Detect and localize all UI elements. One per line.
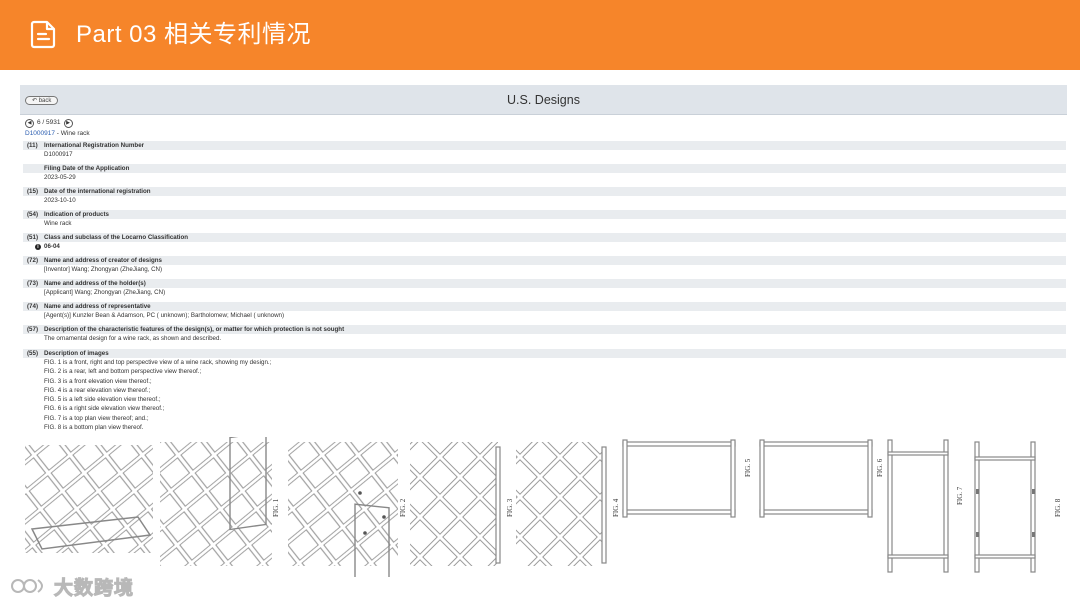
section-label: Name and address of representative [44, 303, 151, 310]
top-banner: Part 03 相关专利情况 [0, 0, 1080, 70]
pager: ◀ 6 / 5931 ▶ [25, 118, 73, 128]
section-label: Date of the international registration [44, 188, 151, 195]
section-international-registration-number: (11) International Registration Number D1… [23, 141, 1066, 159]
section-label: Class and subclass of the Locarno Classi… [44, 234, 189, 241]
section-code: (11) [27, 142, 38, 149]
figure-4-label: FIG. 4 [612, 498, 620, 517]
section-label: International Registration Number [44, 142, 145, 149]
section-value: 06-04 [44, 243, 60, 250]
section-locarno-classification: (51) Class and subclass of the Locarno Cl… [23, 233, 1066, 251]
figure-perspective-drawing [25, 445, 153, 553]
section-label: Indication of products [44, 211, 109, 218]
figure-5-drawing [622, 439, 736, 518]
section-registration-date: (15) Date of the international registrati… [23, 187, 1066, 205]
figure-description: FIG. 8 is a bottom plan view thereof. [44, 424, 144, 432]
section-label: Description of the characteristic featur… [44, 326, 345, 333]
pager-text: 6 / 5931 [37, 119, 61, 126]
section-code: (57) [27, 326, 39, 333]
next-record-button[interactable]: ▶ [63, 118, 73, 128]
figure-1-drawing [160, 437, 272, 566]
figure-3-label: FIG. 3 [506, 498, 514, 517]
page-title: U.S. Designs [507, 93, 580, 107]
page-header: ↶ back U.S. Designs [20, 85, 1067, 115]
section-code: (72) [27, 257, 39, 264]
figure-7-drawing [887, 439, 949, 573]
section-description-of-images: (55) Description of images FIG. 1 is a fr… [23, 349, 1066, 432]
section-value: The ornamental design for a wine rack, a… [44, 335, 222, 342]
patent-record-panel: ↶ back U.S. Designs ◀ 6 / 5931 ▶ D100091… [20, 85, 1067, 577]
figure-description: FIG. 1 is a front, right and top perspec… [44, 359, 272, 366]
figure-6-label: FIG. 6 [876, 458, 884, 477]
figure-description: FIG. 4 is a rear elevation view thereof.… [44, 386, 151, 394]
figure-description: FIG. 3 is a front elevation view thereof… [44, 377, 152, 385]
record-title: Wine rack [60, 130, 90, 137]
figure-description: FIG. 2 is a rear, left and bottom perspe… [44, 368, 202, 376]
section-code: (51) [27, 234, 39, 241]
section-indication-of-products: (54) Indication of products Wine rack [23, 210, 1066, 228]
figure-7-label: FIG. 7 [956, 486, 964, 505]
figure-8-label: FIG. 8 [1054, 498, 1062, 517]
prev-record-button[interactable]: ◀ [25, 118, 34, 128]
figure-5-label: FIG. 5 [744, 458, 752, 477]
info-icon[interactable]: i [35, 244, 41, 250]
section-characteristic-features: (57) Description of the characteristic fe… [23, 325, 1066, 343]
chevron-left-icon: ◀ [27, 120, 32, 126]
section-holder: (73) Name and address of the holder(s) [A… [23, 279, 1066, 297]
section-label: Name and address of creator of designs [44, 257, 162, 264]
section-label: Filing Date of the Application [44, 165, 130, 172]
section-code: (74) [27, 303, 39, 310]
section-label: Name and address of the holder(s) [44, 280, 146, 287]
section-value: [Applicant] Wang; Zhongyan (ZheJiang, CN… [44, 289, 166, 296]
section-value: Wine rack [44, 220, 72, 227]
section-creator-of-designs: (72) Name and address of creator of desig… [23, 256, 1066, 274]
brand-name: 大数跨境 [53, 577, 135, 599]
figure-1-label: FIG. 1 [272, 498, 280, 517]
section-value-row: i 06-04 [23, 242, 1066, 251]
section-label: Description of images [44, 350, 109, 357]
section-representative: (74) Name and address of representative [… [23, 302, 1066, 320]
section-value: D1000917 [44, 151, 73, 158]
section-code: (15) [27, 188, 39, 195]
figure-6-drawing [759, 439, 873, 518]
section-value: [Agent(s)] Kunzler Bean & Adamson, PC ( … [44, 312, 285, 319]
record-breadcrumb: D1000917 - Wine rack [25, 130, 90, 138]
figure-3-drawing [410, 442, 501, 566]
figure-description: FIG. 7 is a top plan view thereof; and.; [44, 414, 149, 422]
chevron-right-icon: ▶ [66, 120, 70, 126]
design-figures-strip: FIG. 1 FIG. 2 FIG. 3 FIG. 4 FIG. 5 FIG. … [25, 437, 1062, 577]
figure-2-drawing [288, 442, 398, 577]
slide-title: Part 03 相关专利情况 [76, 21, 312, 48]
figure-8-drawing [974, 441, 1036, 573]
section-filing-date: Filing Date of the Application 2023-05-2… [23, 164, 1066, 182]
brand-logo-icon [11, 579, 43, 593]
section-code: (54) [27, 211, 39, 218]
section-value: 2023-05-29 [44, 174, 76, 181]
figure-2-label: FIG. 2 [399, 498, 407, 517]
figure-description: FIG. 6 is a right side elevation view th… [44, 405, 165, 413]
section-value: 2023-10-10 [44, 197, 76, 204]
figure-description: FIG. 5 is a left side elevation view the… [44, 396, 161, 404]
section-code: (55) [27, 350, 39, 357]
section-value: [Inventor] Wang; Zhongyan (ZheJiang, CN) [44, 266, 163, 273]
figure-4-drawing [516, 442, 607, 566]
footer-brand: 大数跨境 [8, 572, 134, 600]
section-code: (73) [27, 280, 39, 287]
document-icon [30, 20, 56, 49]
record-id-link[interactable]: D1000917 [25, 130, 55, 137]
